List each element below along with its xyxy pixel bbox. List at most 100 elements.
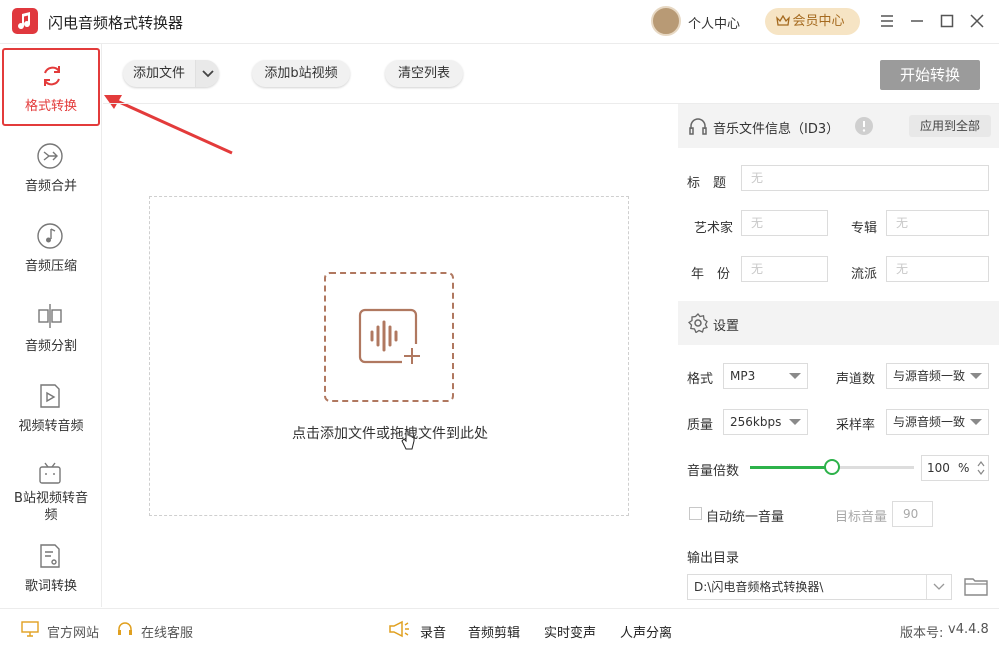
samplerate-value: 与源音频一致 bbox=[893, 415, 966, 429]
sidebar-item-label: B站视频转音频 bbox=[14, 491, 88, 523]
add-file-area[interactable] bbox=[324, 272, 454, 402]
tool-voice-change[interactable]: 实时变声 bbox=[544, 622, 596, 641]
gear-icon bbox=[688, 313, 708, 333]
volume-unit: % bbox=[958, 461, 970, 475]
add-bilibili-button[interactable]: 添加b站视频 bbox=[252, 60, 350, 87]
artist-label: 艺术家 bbox=[694, 221, 734, 236]
online-support-link[interactable]: 在线客服 bbox=[141, 622, 193, 641]
year-input[interactable]: 无 bbox=[741, 256, 828, 282]
official-website-link[interactable]: 官方网站 bbox=[47, 622, 99, 641]
maximize-icon[interactable] bbox=[938, 12, 956, 30]
artist-input[interactable]: 无 bbox=[741, 210, 828, 236]
album-input[interactable]: 无 bbox=[886, 210, 989, 236]
sidebar: 格式转换 音频合并 音频压缩 音频分割 视频转音频 B站视频转音频 歌词转换 bbox=[0, 44, 102, 607]
volume-slider-handle[interactable] bbox=[824, 459, 840, 475]
sidebar-item-label: 音频分割 bbox=[24, 339, 77, 354]
target-volume-label: 目标音量 bbox=[835, 510, 888, 525]
channels-select[interactable]: 与源音频一致 bbox=[886, 363, 989, 389]
output-path-select[interactable]: D:\闪电音频格式转换器\ bbox=[687, 574, 952, 600]
version-label: 版本号: bbox=[900, 626, 944, 641]
auto-volume-checkbox[interactable] bbox=[689, 507, 702, 520]
drop-hint: 点击添加文件或拖拽文件到此处 bbox=[292, 426, 488, 442]
headset-icon bbox=[118, 622, 132, 635]
sidebar-item-label: 音频合并 bbox=[24, 179, 77, 194]
merge-icon bbox=[37, 143, 63, 169]
right-panel: 音乐文件信息（ID3） 应用到全部 标 题 无 艺术家 无 专辑 无 年 份 无… bbox=[678, 104, 999, 607]
year-label: 年 份 bbox=[691, 267, 731, 282]
volume-value: 100 bbox=[927, 461, 950, 475]
chevron-down-icon bbox=[970, 419, 982, 425]
start-convert-button[interactable]: 开始转换 bbox=[880, 60, 980, 90]
split-icon bbox=[38, 304, 62, 328]
auto-volume-label: 自动统一音量 bbox=[706, 510, 785, 525]
sidebar-item-lyrics-convert[interactable]: 歌词转换 bbox=[0, 530, 102, 608]
sidebar-item-audio-split[interactable]: 音频分割 bbox=[0, 290, 102, 368]
tool-audio-edit[interactable]: 音频剪辑 bbox=[468, 622, 520, 641]
sidebar-item-label: 格式转换 bbox=[24, 99, 77, 114]
output-path-value: D:\闪电音频格式转换器\ bbox=[694, 580, 824, 594]
minimize-icon[interactable] bbox=[908, 12, 926, 30]
sidebar-item-label: 音频压缩 bbox=[24, 259, 77, 274]
add-audio-icon bbox=[358, 308, 422, 366]
channels-label: 声道数 bbox=[836, 372, 876, 387]
file-drop-zone[interactable]: 点击添加文件或拖拽文件到此处 bbox=[149, 196, 629, 516]
megaphone-icon bbox=[389, 620, 409, 638]
volume-label: 音量倍数 bbox=[687, 464, 740, 479]
menu-icon[interactable] bbox=[878, 12, 896, 30]
user-center-link[interactable]: 个人中心 bbox=[688, 13, 740, 32]
samplerate-select[interactable]: 与源音频一致 bbox=[886, 409, 989, 435]
quality-value: 256kbps bbox=[730, 415, 782, 429]
add-file-button[interactable]: 添加文件 bbox=[123, 60, 219, 87]
sidebar-item-audio-merge[interactable]: 音频合并 bbox=[0, 130, 102, 208]
target-volume-input[interactable]: 90 bbox=[892, 501, 933, 527]
user-avatar[interactable] bbox=[651, 6, 681, 36]
app-logo bbox=[12, 8, 38, 34]
vip-center-label: 会员中心 bbox=[792, 14, 845, 29]
vip-center-button[interactable]: 会员中心 bbox=[765, 8, 860, 35]
lyrics-file-icon bbox=[40, 544, 60, 568]
sidebar-item-label: 歌词转换 bbox=[24, 579, 77, 594]
volume-slider-fill bbox=[750, 466, 832, 469]
headphones-icon bbox=[689, 118, 707, 135]
chevron-down-icon bbox=[789, 373, 801, 379]
add-file-label: 添加文件 bbox=[132, 66, 185, 81]
apply-to-all-button[interactable]: 应用到全部 bbox=[909, 115, 991, 137]
format-select[interactable]: MP3 bbox=[723, 363, 808, 389]
output-label: 输出目录 bbox=[687, 551, 740, 566]
clear-list-button[interactable]: 清空列表 bbox=[385, 60, 463, 87]
app-title: 闪电音频格式转换器 bbox=[48, 14, 184, 32]
refresh-icon bbox=[44, 66, 60, 86]
chevron-down-icon bbox=[933, 583, 945, 590]
add-file-dropdown[interactable] bbox=[195, 60, 219, 87]
settings-title: 设置 bbox=[713, 319, 740, 334]
genre-label: 流派 bbox=[851, 267, 878, 282]
sidebar-item-video-to-audio[interactable]: 视频转音频 bbox=[0, 370, 102, 448]
close-icon[interactable] bbox=[968, 12, 986, 30]
id3-section-header: 音乐文件信息（ID3） 应用到全部 bbox=[678, 104, 999, 148]
id3-title: 音乐文件信息（ID3） bbox=[713, 122, 840, 137]
title-bar: 闪电音频格式转换器 个人中心 会员中心 bbox=[0, 0, 999, 44]
sidebar-item-format-convert[interactable]: 格式转换 bbox=[2, 48, 100, 126]
tool-record[interactable]: 录音 bbox=[420, 622, 446, 641]
sidebar-item-label: 视频转音频 bbox=[18, 419, 84, 434]
tool-vocal-separation[interactable]: 人声分离 bbox=[620, 622, 672, 641]
spinner-icon[interactable] bbox=[977, 460, 985, 476]
video-file-icon bbox=[40, 384, 60, 408]
sidebar-item-audio-compress[interactable]: 音频压缩 bbox=[0, 210, 102, 288]
sidebar-item-bilibili-to-audio[interactable]: B站视频转音频 bbox=[0, 448, 102, 534]
status-bar: 官方网站 在线客服 录音 音频剪辑 实时变声 人声分离 版本号: v4.4.8 bbox=[0, 608, 999, 648]
mouse-cursor-icon bbox=[401, 430, 415, 450]
chevron-down-icon bbox=[202, 70, 214, 78]
quality-label: 质量 bbox=[687, 418, 714, 433]
volume-input[interactable]: 100 % bbox=[921, 455, 989, 481]
format-value: MP3 bbox=[730, 369, 756, 383]
settings-section-header: 设置 bbox=[678, 301, 999, 345]
title-label: 标 题 bbox=[687, 176, 727, 191]
volume-slider[interactable] bbox=[750, 459, 914, 475]
info-icon[interactable] bbox=[854, 116, 874, 136]
genre-input[interactable]: 无 bbox=[886, 256, 989, 282]
bilibili-tv-icon bbox=[39, 462, 61, 484]
title-input[interactable]: 无 bbox=[741, 165, 989, 191]
folder-icon[interactable] bbox=[964, 575, 988, 597]
quality-select[interactable]: 256kbps bbox=[723, 409, 808, 435]
